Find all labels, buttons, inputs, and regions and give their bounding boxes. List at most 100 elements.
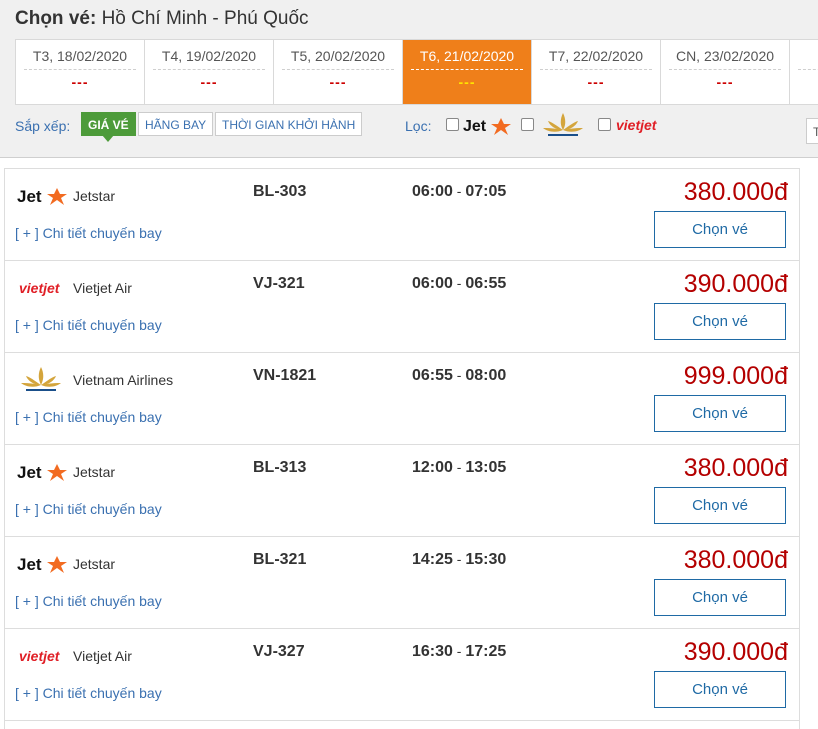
date-tab[interactable]: T2 xyxy=(790,40,818,104)
date-label: T3, 18/02/2020 xyxy=(24,48,136,70)
sort-departure-time-button[interactable]: THỜI GIAN KHỞI HÀNH xyxy=(215,112,363,136)
vietjet-logo: vietjet xyxy=(17,277,69,299)
date-label: CN, 23/02/2020 xyxy=(669,48,781,70)
page-title: Chọn vé: Hồ Chí Minh - Phú Quốc xyxy=(15,8,309,30)
date-price: --- xyxy=(71,74,89,90)
depart-time: 12:00 xyxy=(412,459,453,476)
choose-ticket-button[interactable]: Chọn vé xyxy=(654,671,786,708)
date-tabs: T3, 18/02/2020 --- T4, 19/02/2020 --- T5, … xyxy=(15,39,818,105)
airline-name: Jetstar xyxy=(73,188,116,204)
depart-time: 06:55 xyxy=(412,367,453,384)
date-tab-selected[interactable]: T6, 21/02/2020 --- xyxy=(403,40,532,104)
date-label: T5, 20/02/2020 xyxy=(282,48,394,70)
airline-name: Jetstar xyxy=(73,464,116,480)
vietnam-airlines-logo xyxy=(17,367,69,391)
svg-text:Jet: Jet xyxy=(17,555,42,574)
arrive-time: 17:25 xyxy=(465,643,507,660)
svg-text:Jet: Jet xyxy=(463,118,487,135)
flight-row: Jet Jetstar [ + ] Chi tiết chuyến bay BL… xyxy=(5,445,799,537)
flight-detail-link[interactable]: [ + ] Chi tiết chuyến bay xyxy=(15,593,162,609)
flight-row: vietjet Vietjet Air [ + ] Chi tiết chuyế… xyxy=(5,629,799,721)
date-label: T6, 21/02/2020 xyxy=(411,48,523,70)
filter-vietjet-checkbox[interactable] xyxy=(598,118,611,131)
flight-number: VJ-327 xyxy=(253,643,305,660)
flight-price: 999.000đ xyxy=(683,362,788,390)
flight-detail-link[interactable]: [ + ] Chi tiết chuyến bay xyxy=(15,409,162,425)
flight-row: Jet Jetstar [ + ] Chi tiết chuyến bay BL… xyxy=(5,169,799,261)
svg-text:Jet: Jet xyxy=(17,463,42,482)
svg-text:vietjet: vietjet xyxy=(616,117,658,133)
filter-label: Lọc: xyxy=(405,118,432,134)
flight-price: 390.000đ xyxy=(683,638,788,666)
search-header: Chọn vé: Hồ Chí Minh - Phú Quốc T3, 18/0… xyxy=(0,0,818,158)
side-select[interactable]: T xyxy=(806,118,818,144)
jetstar-logo: Jet xyxy=(17,461,69,483)
date-tab[interactable]: T5, 20/02/2020 --- xyxy=(274,40,403,104)
jetstar-logo: Jet xyxy=(17,553,69,575)
airline-name: Vietnam Airlines xyxy=(73,372,174,388)
flight-row: Vietnam Airlines [ + ] Chi tiết chuyến b… xyxy=(5,353,799,445)
arrive-time: 08:00 xyxy=(465,367,507,384)
flight-list: Jet Jetstar [ + ] Chi tiết chuyến bay BL… xyxy=(4,168,800,729)
arrive-time: 07:05 xyxy=(465,183,507,200)
date-label: T2 xyxy=(798,48,818,70)
flight-price: 380.000đ xyxy=(683,454,788,482)
depart-time: 06:00 xyxy=(412,183,453,200)
flight-time: 06:00 - 06:55 xyxy=(412,275,507,292)
choose-ticket-button[interactable]: Chọn vé xyxy=(654,211,786,248)
sort-label: Sắp xếp: xyxy=(15,118,71,134)
vietjet-logo: vietjet xyxy=(17,645,69,667)
title-label: Chọn vé: xyxy=(15,8,97,29)
flight-number: BL-313 xyxy=(253,459,307,476)
airline-name: Jetstar xyxy=(73,556,116,572)
flight-row: vietjet Vietjet Air [ + ] Chi tiết chuyế… xyxy=(5,261,799,353)
date-price: --- xyxy=(587,74,605,90)
airline-name: Vietjet Air xyxy=(73,648,132,664)
flight-time: 06:55 - 08:00 xyxy=(412,367,507,384)
flight-detail-link[interactable]: [ + ] Chi tiết chuyến bay xyxy=(15,225,162,241)
date-tab[interactable]: T3, 18/02/2020 --- xyxy=(16,40,145,104)
arrive-time: 15:30 xyxy=(465,551,507,568)
choose-ticket-button[interactable]: Chọn vé xyxy=(654,487,786,524)
svg-text:vietjet: vietjet xyxy=(19,280,61,296)
filter-jetstar-checkbox[interactable] xyxy=(446,118,459,131)
date-label: T4, 19/02/2020 xyxy=(153,48,265,70)
arrive-time: 06:55 xyxy=(465,275,507,292)
date-tab[interactable]: CN, 23/02/2020 --- xyxy=(661,40,790,104)
depart-time: 06:00 xyxy=(412,275,453,292)
flight-detail-link[interactable]: [ + ] Chi tiết chuyến bay xyxy=(15,685,162,701)
flight-number: BL-303 xyxy=(253,183,307,200)
flight-detail-link[interactable]: [ + ] Chi tiết chuyến bay xyxy=(15,501,162,517)
route-name: Hồ Chí Minh - Phú Quốc xyxy=(101,8,309,29)
flight-time: 06:00 - 07:05 xyxy=(412,183,507,200)
depart-time: 16:30 xyxy=(412,643,453,660)
flight-number: BL-321 xyxy=(253,551,307,568)
jetstar-logo: Jet xyxy=(463,116,515,139)
depart-time: 14:25 xyxy=(412,551,453,568)
sort-airline-button[interactable]: HÃNG BAY xyxy=(138,112,214,136)
date-tab[interactable]: T7, 22/02/2020 --- xyxy=(532,40,661,104)
sort-price-button[interactable]: GIÁ VÉ xyxy=(81,112,136,142)
date-price: --- xyxy=(716,74,734,90)
filter-vietnam-airlines-checkbox[interactable] xyxy=(521,118,534,131)
flight-time: 14:25 - 15:30 xyxy=(412,551,507,568)
flight-time: 16:30 - 17:25 xyxy=(412,643,507,660)
date-label: T7, 22/02/2020 xyxy=(540,48,652,70)
date-price: --- xyxy=(200,74,218,90)
date-price: --- xyxy=(458,74,476,90)
flight-number: VJ-321 xyxy=(253,275,305,292)
choose-ticket-button[interactable]: Chọn vé xyxy=(654,395,786,432)
arrive-time: 13:05 xyxy=(465,459,507,476)
flight-time: 12:00 - 13:05 xyxy=(412,459,507,476)
flight-price: 380.000đ xyxy=(683,546,788,574)
airline-name: Vietjet Air xyxy=(73,280,132,296)
svg-text:vietjet: vietjet xyxy=(19,648,61,664)
flight-price: 390.000đ xyxy=(683,270,788,298)
choose-ticket-button[interactable]: Chọn vé xyxy=(654,303,786,340)
flight-number: VN-1821 xyxy=(253,367,317,384)
choose-ticket-button[interactable]: Chọn vé xyxy=(654,579,786,616)
svg-text:Jet: Jet xyxy=(17,187,42,206)
vietnam-airlines-logo xyxy=(540,110,586,141)
date-tab[interactable]: T4, 19/02/2020 --- xyxy=(145,40,274,104)
flight-detail-link[interactable]: [ + ] Chi tiết chuyến bay xyxy=(15,317,162,333)
